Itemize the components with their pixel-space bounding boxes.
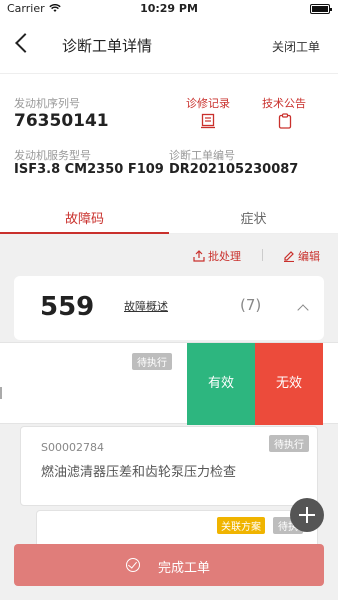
status-time: 10:29 PM	[140, 2, 198, 15]
edit-label: 编辑	[298, 250, 320, 263]
engine-info: 发动机序列号 76350141 诊修记录 技术公告 发动机服务型号 ISF3.8…	[0, 88, 338, 196]
nav-bar: 诊断工单详情 关闭工单	[0, 18, 338, 74]
order-no-value: DR202105230087	[169, 162, 299, 177]
swiped-task-row[interactable]: 待执行 有效 无效	[0, 342, 338, 425]
tab-fault-code[interactable]: 故障码	[0, 208, 169, 227]
engine-serial-label: 发动机序列号	[14, 97, 80, 110]
status-bar: Carrier 10:29 PM	[0, 0, 338, 18]
fault-summary-link[interactable]: 故障概述	[124, 298, 168, 314]
status-badge: 待执行	[269, 435, 309, 452]
tab-bar: 故障码 症状	[0, 198, 338, 234]
fault-code-card[interactable]: 559 故障概述 (7)	[14, 276, 324, 340]
status-badge: 待执行	[132, 353, 172, 370]
page-title: 诊断工单详情	[62, 37, 153, 55]
order-no-label: 诊断工单编号	[169, 149, 235, 162]
check-circle-icon	[126, 558, 140, 572]
task-id: S00002784	[41, 441, 104, 454]
batch-label: 批处理	[208, 250, 241, 263]
edit-icon	[284, 251, 294, 262]
fault-code-number: 559	[40, 292, 95, 322]
battery-icon	[310, 4, 332, 14]
tech-notice-label[interactable]: 技术公告	[254, 95, 314, 111]
row-edge-marker	[0, 387, 2, 399]
chevron-up-icon[interactable]	[297, 304, 309, 316]
task-card[interactable]: 待执行 S00002784 燃油滤清器压差和齿轮泵压力检查	[20, 426, 318, 506]
fault-count: (7)	[240, 296, 262, 314]
repair-record-label[interactable]: 诊修记录	[178, 95, 238, 111]
task-name: 燃油滤清器压差和齿轮泵压力检查	[41, 465, 237, 480]
tab-symptom[interactable]: 症状	[169, 208, 338, 227]
complete-order-label: 完成工单	[158, 561, 211, 576]
clipboard-icon[interactable]	[277, 113, 293, 129]
batch-button[interactable]: 批处理	[193, 248, 241, 264]
repair-record-icon[interactable]	[200, 113, 216, 129]
add-button[interactable]	[290, 498, 324, 532]
valid-button[interactable]: 有效	[187, 343, 255, 425]
engine-model-label: 发动机服务型号	[14, 149, 91, 162]
back-icon[interactable]	[15, 33, 35, 53]
engine-serial-value: 76350141	[14, 111, 109, 131]
upload-icon	[193, 250, 205, 262]
complete-order-button[interactable]: 完成工单	[14, 544, 324, 586]
edit-button[interactable]: 编辑	[283, 248, 320, 264]
related-plan-badge: 关联方案	[217, 517, 265, 534]
toolbar-divider	[262, 249, 263, 261]
engine-model-value: ISF3.8 CM2350 F109	[14, 162, 164, 177]
close-order-button[interactable]: 关闭工单	[272, 38, 320, 55]
fault-code-panel: 批处理 编辑 559 故障概述 (7) 待执行 有效 无效 待执行 S00002…	[0, 234, 338, 600]
invalid-button[interactable]: 无效	[255, 343, 323, 425]
